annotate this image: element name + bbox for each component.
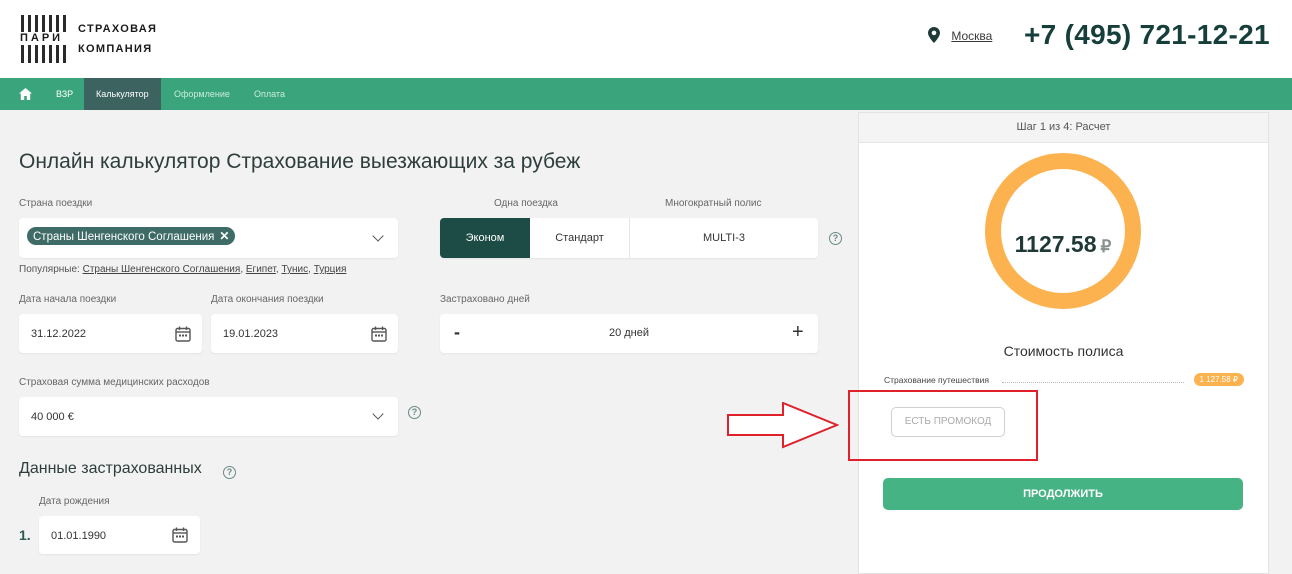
site-header: ПАРИ СТРАХОВАЯ КОМПАНИЯ Москва +7 (495) …	[0, 0, 1292, 78]
days-label: Застраховано дней	[440, 294, 530, 305]
phone-number[interactable]: +7 (495) 721-12-21	[1024, 19, 1270, 51]
help-icon[interactable]: ?	[829, 232, 842, 245]
insured-number: 1.	[19, 527, 31, 543]
close-icon[interactable]: ✕	[219, 229, 229, 243]
location-pin-icon	[928, 27, 940, 43]
popular-prefix: Популярные:	[19, 264, 80, 275]
city-selector[interactable]: Москва	[928, 27, 992, 43]
logo-word: ПАРИ	[20, 32, 72, 45]
nav-item-vzr[interactable]: ВЗР	[56, 78, 73, 110]
option-multi3[interactable]: MULTI-3	[630, 218, 818, 258]
insured-title: Данные застрахованных	[19, 460, 202, 478]
continue-button[interactable]: ПРОДОЛЖИТЬ	[883, 478, 1243, 510]
breakdown-value-badge: 1 127.58 ₽	[1193, 373, 1244, 386]
multi-trip-label: Многократный полис	[665, 198, 762, 209]
end-date-label: Дата окончания поездки	[211, 294, 324, 305]
home-icon	[19, 88, 32, 100]
days-plus-button[interactable]: +	[792, 321, 804, 344]
nav-item-calculator[interactable]: Калькулятор	[84, 78, 161, 110]
cost-label: Стоимость полиса	[1003, 343, 1124, 359]
end-date-value: 19.01.2023	[223, 328, 279, 340]
sum-select[interactable]: 40 000 €	[19, 397, 398, 436]
breakdown-label: Страхование путешествия	[884, 375, 989, 385]
calendar-icon[interactable]	[175, 326, 191, 342]
start-date-input[interactable]: 31.12.2022	[19, 314, 202, 353]
country-label: Страна поездки	[19, 198, 93, 209]
help-icon[interactable]: ?	[408, 406, 421, 419]
single-trip-label: Одна поездка	[494, 198, 558, 209]
page-title: Онлайн калькулятор Страхование выезжающи…	[19, 150, 581, 173]
popular-link-tunisia[interactable]: Тунис	[281, 264, 308, 275]
currency-sign: ₽	[1100, 237, 1112, 256]
step-indicator: Шаг 1 из 4: Расчет	[859, 113, 1268, 143]
birth-date-input[interactable]: 01.01.1990	[39, 516, 200, 554]
birth-date-label: Дата рождения	[39, 496, 110, 507]
help-icon[interactable]: ?	[223, 466, 236, 479]
chevron-down-icon[interactable]	[372, 230, 384, 242]
country-chip: Страны Шенгенского Соглашения ✕	[27, 227, 236, 245]
dotted-leader	[1002, 382, 1184, 383]
days-stepper: - 20 дней +	[440, 314, 818, 353]
option-standard[interactable]: Стандарт	[530, 218, 630, 258]
popular-link-turkey[interactable]: Турция	[314, 264, 347, 275]
highlight-rectangle	[848, 390, 1038, 461]
popular-link-schengen[interactable]: Страны Шенгенского Соглашения	[83, 264, 241, 275]
birth-date-value: 01.01.1990	[51, 530, 107, 542]
price-display: 1127.58 ₽	[985, 231, 1141, 258]
calculation-panel: Шаг 1 из 4: Расчет 1127.58 ₽ Стоимость по…	[858, 112, 1269, 574]
city-link[interactable]: Москва	[951, 29, 992, 43]
start-date-label: Дата начала поездки	[19, 294, 117, 305]
country-chip-label: Страны Шенгенского Соглашения	[33, 231, 215, 243]
home-link[interactable]	[19, 78, 32, 110]
days-value: 20 дней	[608, 327, 650, 339]
sum-value: 40 000 €	[31, 411, 74, 423]
calendar-icon[interactable]	[172, 527, 188, 543]
logo-text: СТРАХОВАЯ КОМПАНИЯ	[78, 19, 157, 59]
arrow-annotation-icon	[727, 402, 839, 449]
nav-bar: ВЗР Калькулятор Оформление Оплата	[0, 78, 1292, 110]
price-value: 1127.58	[1014, 231, 1097, 257]
nav-item-registration[interactable]: Оформление	[174, 78, 230, 110]
logo-line1: СТРАХОВАЯ	[78, 23, 158, 35]
start-date-value: 31.12.2022	[31, 328, 87, 340]
logo-line2: КОМПАНИЯ	[78, 43, 153, 55]
country-select[interactable]: Страны Шенгенского Соглашения ✕	[19, 218, 398, 258]
end-date-input[interactable]: 19.01.2023	[211, 314, 398, 353]
trip-type-selector: Эконом Стандарт MULTI-3	[440, 218, 818, 258]
logo[interactable]: ПАРИ СТРАХОВАЯ КОМПАНИЯ	[20, 15, 160, 63]
sum-label: Страховая сумма медицинских расходов	[19, 377, 210, 388]
popular-countries: Популярные: Страны Шенгенского Соглашени…	[19, 264, 347, 275]
popular-link-egypt[interactable]: Египет	[246, 264, 276, 275]
chevron-down-icon[interactable]	[372, 408, 384, 420]
option-economy[interactable]: Эконом	[440, 218, 530, 258]
calendar-icon[interactable]	[371, 326, 387, 342]
nav-item-payment[interactable]: Оплата	[254, 78, 285, 110]
insured-title-text: Данные застрахованных	[19, 460, 202, 477]
price-breakdown-row: Страхование путешествия 1 127.58 ₽	[884, 373, 1244, 387]
